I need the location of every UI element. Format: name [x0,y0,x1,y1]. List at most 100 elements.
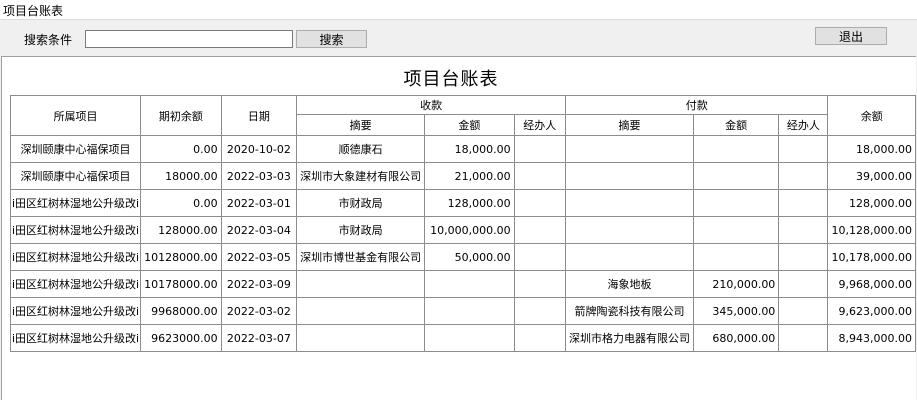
window-title: 项目台账表 [3,4,64,18]
cell-payment-summary [565,243,695,271]
search-button[interactable]: 搜索 [296,30,367,48]
cell-receipt-summary [296,324,426,352]
cell-receipt-amount: 18,000.00 [424,135,515,163]
header-balance: 余额 [827,95,916,136]
header-payments: 付款 [565,95,829,115]
header-payment-amount: 金额 [693,114,780,136]
cell-payment-summary [565,135,695,163]
cell-receipt-amount: 21,000.00 [424,162,515,190]
cell-project: i田区红树林湿地公升级改i [9,324,142,352]
cell-receipt-handler [513,135,567,163]
cell-balance: 39,000.00 [827,162,916,190]
report-area: 项目台账表 所属项目 期初余额 日期 收款 付款 余额 摘要 金额 经办人 摘要… [1,56,916,400]
cell-receipt-amount [424,270,515,298]
cell-payment-amount [693,216,780,244]
cell-opening-balance: 9968000.00 [140,297,222,325]
report-title: 项目台账表 [403,69,499,90]
cell-receipt-amount: 10,000,000.00 [424,216,515,244]
header-receipt-summary: 摘要 [296,114,426,136]
cell-receipt-summary: 深圳市博世基金有限公司 [296,243,426,271]
header-receipts: 收款 [296,95,567,115]
table-header-row: 所属项目 期初余额 日期 收款 付款 余额 [9,95,916,136]
cell-date: 2022-03-05 [220,243,298,271]
table-row[interactable]: 深圳颐康中心福保项目 18000.00 2022-03-03 深圳市大象建材有限公司 2… [9,162,916,190]
cell-receipt-summary: 深圳市大象建材有限公司 [296,162,426,190]
cell-receipt-handler [513,216,567,244]
cell-payment-amount: 210,000.00 [693,270,780,298]
header-project: 所属项目 [9,95,142,136]
cell-date: 2022-03-03 [220,162,298,190]
table-row[interactable]: i田区红树林湿地公升级改i 128000.00 2022-03-04 市财政局 10,0… [9,216,916,244]
cell-opening-balance: 9623000.00 [140,324,222,352]
search-input[interactable] [85,30,293,48]
cell-payment-summary: 箭牌陶瓷科技有限公司 [565,297,695,325]
cell-balance: 10,178,000.00 [827,243,916,271]
cell-receipt-summary: 顺德康石 [296,135,426,163]
cell-balance: 9,968,000.00 [827,270,916,298]
cell-balance: 8,943,000.00 [827,324,916,352]
cell-payment-handler [778,189,829,217]
cell-receipt-handler [513,297,567,325]
cell-project: 深圳颐康中心福保项目 [9,135,142,163]
cell-payment-handler [778,162,829,190]
cell-project: 深圳颐康中心福保项目 [9,162,142,190]
cell-receipt-summary: 市财政局 [296,216,426,244]
cell-payment-amount: 345,000.00 [693,297,780,325]
cell-date: 2022-03-07 [220,324,298,352]
cell-balance: 9,623,000.00 [827,297,916,325]
cell-project: i田区红树林湿地公升级改i [9,270,142,298]
cell-payment-handler [778,297,829,325]
ledger-window: 项目台账表 搜索条件 搜索 退出 项目台账表 所属项目 期初余额 日期 收款 付… [0,0,917,400]
table-row[interactable]: i田区红树林湿地公升级改i 0.00 2022-03-01 市财政局 128,000.0… [9,189,916,217]
cell-opening-balance: 10128000.00 [140,243,222,271]
header-receipt-amount: 金额 [424,114,515,136]
cell-opening-balance: 128000.00 [140,216,222,244]
cell-receipt-amount [424,297,515,325]
cell-project: i田区红树林湿地公升级改i [9,189,142,217]
table-row[interactable]: i田区红树林湿地公升级改i 9623000.00 2022-03-07 深圳市格力电器… [9,324,916,352]
header-opening-balance: 期初余额 [140,95,222,136]
header-payment-handler: 经办人 [778,114,829,136]
cell-date: 2022-03-04 [220,216,298,244]
header-date: 日期 [220,95,298,136]
cell-receipt-handler [513,324,567,352]
cell-payment-handler [778,270,829,298]
header-receipt-handler: 经办人 [513,114,567,136]
search-toolbar: 搜索条件 搜索 退出 [0,21,917,54]
cell-payment-handler [778,243,829,271]
title-bar: 项目台账表 [0,0,917,20]
cell-receipt-summary [296,297,426,325]
cell-payment-summary: 海象地板 [565,270,695,298]
search-label: 搜索条件 [24,33,73,47]
table-row[interactable]: i田区红树林湿地公升级改i 9968000.00 2022-03-02 箭牌陶瓷科技有… [9,297,916,325]
cell-receipt-handler [513,270,567,298]
cell-date: 2022-03-01 [220,189,298,217]
cell-payment-summary [565,216,695,244]
cell-date: 2020-10-02 [220,135,298,163]
cell-receipt-handler [513,189,567,217]
cell-payment-summary: 深圳市格力电器有限公司 [565,324,695,352]
table-row[interactable]: 深圳颐康中心福保项目 0.00 2020-10-02 顺德康石 18,000.00 18,… [9,135,916,163]
cell-payment-handler [778,216,829,244]
cell-receipt-amount: 50,000.00 [424,243,515,271]
cell-date: 2022-03-09 [220,270,298,298]
cell-receipt-handler [513,162,567,190]
cell-payment-handler [778,324,829,352]
table-row[interactable]: i田区红树林湿地公升级改i 10178000.00 2022-03-09 海象地板 21… [9,270,916,298]
cell-opening-balance: 0.00 [140,135,222,163]
cell-date: 2022-03-02 [220,297,298,325]
cell-payment-amount [693,162,780,190]
cell-payment-handler [778,135,829,163]
cell-receipt-summary: 市财政局 [296,189,426,217]
cell-payment-amount [693,135,780,163]
table-row[interactable]: i田区红树林湿地公升级改i 10128000.00 2022-03-05 深圳市博世基… [9,243,916,271]
cell-payment-amount [693,243,780,271]
cell-project: i田区红树林湿地公升级改i [9,216,142,244]
cell-balance: 10,128,000.00 [827,216,916,244]
cell-project: i田区红树林湿地公升级改i [9,243,142,271]
cell-payment-amount [693,189,780,217]
cell-payment-summary [565,189,695,217]
cell-opening-balance: 10178000.00 [140,270,222,298]
cell-receipt-summary [296,270,426,298]
exit-button[interactable]: 退出 [815,27,887,45]
